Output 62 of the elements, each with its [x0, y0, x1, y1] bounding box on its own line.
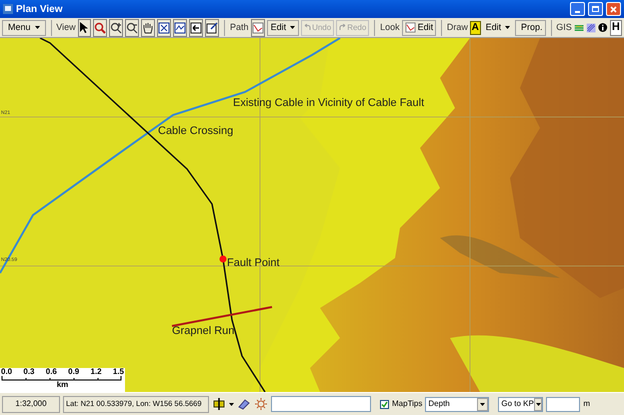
info-icon[interactable]	[598, 21, 608, 34]
toolbar-label: GIS	[556, 20, 572, 34]
toolbar-label: Path	[230, 20, 249, 34]
caret-icon	[290, 26, 296, 29]
sun-icon[interactable]	[254, 397, 268, 411]
route-edit-icon	[404, 22, 416, 33]
caret-icon	[480, 402, 486, 406]
look-edit-button[interactable]: Edit	[402, 20, 436, 36]
hand-icon[interactable]	[141, 18, 156, 36]
path-edit-button[interactable]: Edit	[266, 20, 300, 36]
profile-icon[interactable]	[173, 18, 188, 36]
zoom-icon[interactable]	[93, 18, 108, 36]
back-icon[interactable]	[189, 18, 204, 36]
scale-button[interactable]: 1:32,000	[2, 396, 60, 412]
map-label: Fault Point	[227, 258, 280, 269]
check-icon	[381, 400, 388, 408]
maximize-button[interactable]	[588, 2, 603, 16]
text-tool-button[interactable]: A	[470, 20, 481, 34]
toolbar-label: Draw	[446, 20, 468, 34]
map-label: Grapnel Run	[172, 326, 234, 337]
help-button[interactable]: H	[610, 20, 622, 36]
add-point-icon[interactable]	[212, 397, 226, 411]
caret-icon	[536, 402, 541, 406]
scale-tick-label: 0.0	[1, 368, 12, 376]
caret-icon	[229, 402, 234, 406]
caret-icon	[505, 26, 510, 29]
route-edit-icon[interactable]	[250, 18, 265, 36]
map-label: Cable Crossing	[158, 126, 234, 137]
properties-button[interactable]: Prop.	[515, 20, 546, 36]
scale-tick-label: 1.5	[112, 368, 124, 376]
scale-unit: km	[56, 381, 68, 389]
unit-label: m	[583, 398, 590, 410]
menu-button[interactable]: Menu	[2, 20, 46, 36]
zoom-in-icon[interactable]	[109, 18, 124, 36]
scale-tick-label: 0.3	[23, 368, 34, 376]
scale-tick-label: 0.6	[46, 368, 57, 376]
maptips-checkbox[interactable]: MapTips	[380, 398, 422, 410]
goto-kp-select[interactable]: Go to KP	[498, 396, 544, 412]
depth-select[interactable]: Depth	[425, 396, 490, 412]
close-button[interactable]	[606, 2, 621, 16]
caret-icon	[34, 26, 40, 29]
map-label: Existing Cable in Vicinity of Cable Fault	[233, 98, 424, 109]
close-icon	[610, 6, 617, 12]
kp-input-field[interactable]	[546, 396, 580, 412]
eraser-icon[interactable]	[237, 397, 251, 411]
redo-icon	[339, 24, 346, 31]
undo-icon	[304, 24, 312, 31]
minimize-button[interactable]	[570, 2, 585, 16]
input-field[interactable]	[271, 396, 371, 412]
zoom-out-icon[interactable]	[125, 18, 140, 36]
window-icon	[3, 4, 13, 14]
scale-tick-label: 1.2	[90, 368, 102, 376]
edit-box-icon[interactable]	[205, 18, 220, 36]
scale-ruler-icon	[1, 376, 122, 381]
scale-tick-label: 0.9	[68, 368, 80, 376]
toolbar-label: View	[56, 20, 76, 34]
contour-layers-icon[interactable]	[586, 20, 596, 34]
window-title: Plan View	[16, 2, 63, 16]
draw-edit-button[interactable]: Edit	[482, 20, 514, 36]
toolbar-label: Look	[380, 20, 400, 34]
pointer-icon[interactable]	[78, 18, 92, 36]
fit-extent-icon[interactable]	[157, 18, 172, 36]
